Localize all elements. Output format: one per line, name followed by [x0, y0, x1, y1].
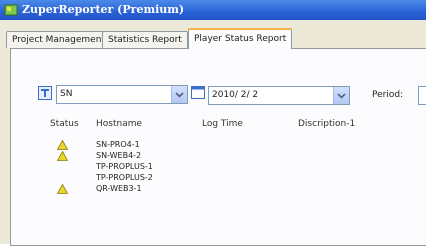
- group-select-value: SN: [60, 89, 73, 99]
- calendar-icon[interactable]: [191, 85, 205, 99]
- group-icon: [38, 86, 52, 100]
- app-window: ZuperReporter (Premium) Project Manageme…: [0, 0, 426, 246]
- date-picker-value: 2010/ 2/ 2: [212, 90, 259, 100]
- table-row[interactable]: TP-PROPLUS-1: [38, 162, 426, 173]
- chevron-down-icon: [175, 92, 184, 98]
- hostname-cell: TP-PROPLUS-1: [96, 162, 153, 171]
- warning-triangle-icon: [57, 151, 68, 161]
- table-row[interactable]: SN-WEB4-2: [38, 151, 426, 162]
- app-logo-icon: [4, 4, 18, 16]
- hostname-cell: TP-PROPLUS-2: [96, 173, 153, 182]
- column-header-description[interactable]: Discription-1: [298, 119, 355, 129]
- group-select-dropdown-button[interactable]: [171, 86, 187, 103]
- hostname-cell: QR-WEB3-1: [96, 184, 142, 193]
- warning-triangle-icon: [57, 140, 68, 150]
- period-input[interactable]: [418, 86, 426, 105]
- window-title: ZuperReporter (Premium): [22, 3, 185, 16]
- group-select[interactable]: SN: [56, 85, 188, 104]
- tab-player-status-report[interactable]: Player Status Report: [188, 28, 293, 49]
- table-row[interactable]: SN-PRO4-1: [38, 140, 426, 151]
- tab-project-management[interactable]: Project Management: [6, 31, 111, 48]
- chevron-down-icon: [337, 93, 346, 99]
- table-row[interactable]: TP-PROPLUS-2: [38, 173, 426, 184]
- period-label: Period:: [372, 90, 404, 100]
- tab-statistics-report[interactable]: Statistics Report: [102, 31, 188, 48]
- hostname-cell: SN-WEB4-2: [96, 151, 142, 160]
- column-header-status[interactable]: Status: [50, 119, 79, 129]
- column-header-hostname[interactable]: Hostname: [96, 119, 142, 129]
- table-header: Status Hostname Log Time Discription-1: [38, 118, 426, 132]
- table-row[interactable]: QR-WEB3-1: [38, 184, 426, 195]
- warning-triangle-icon: [57, 184, 68, 194]
- date-picker-dropdown-button[interactable]: [333, 87, 349, 104]
- hostname-cell: SN-PRO4-1: [96, 140, 140, 149]
- column-header-log-time[interactable]: Log Time: [202, 119, 243, 129]
- title-bar[interactable]: ZuperReporter (Premium): [0, 0, 426, 20]
- date-picker[interactable]: 2010/ 2/ 2: [208, 86, 350, 105]
